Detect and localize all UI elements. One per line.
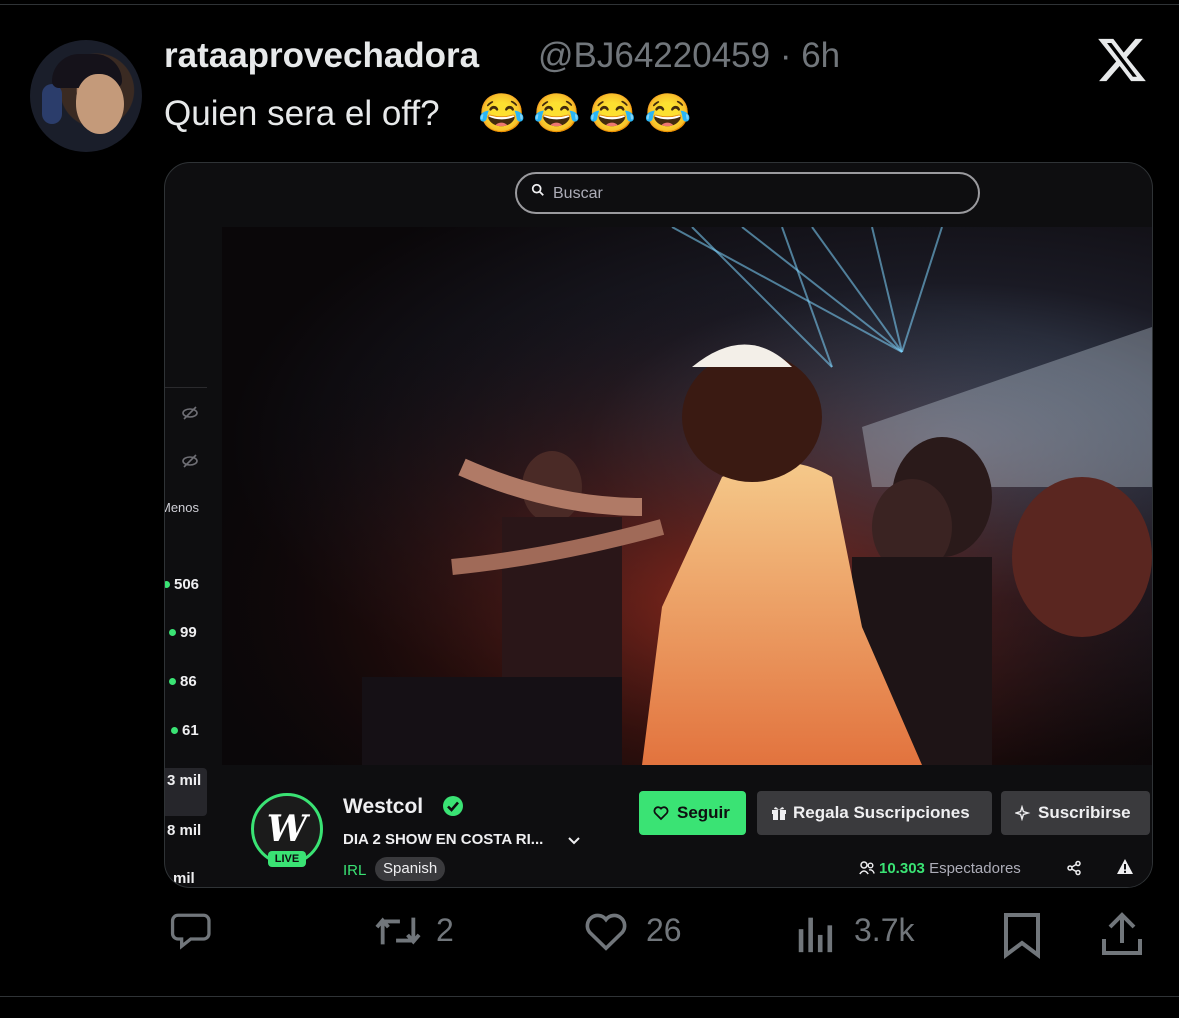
bottom-divider xyxy=(0,996,1179,997)
channel-name[interactable]: Westcol xyxy=(343,795,423,819)
verified-badge-icon xyxy=(443,796,463,816)
view-count: 3.7k xyxy=(854,912,915,948)
search-bar[interactable]: Buscar xyxy=(515,172,980,214)
viewer-count: 8 mil xyxy=(167,822,202,839)
live-badge: LIVE xyxy=(268,851,306,867)
viewers-icon xyxy=(859,861,875,875)
viewer-count: 99 xyxy=(169,624,197,641)
gift-subs-label: Regala Suscripciones xyxy=(793,803,970,822)
share-icon[interactable] xyxy=(1066,860,1082,876)
share-upload-icon[interactable] xyxy=(1100,910,1144,960)
viewer-count-label: Espectadores xyxy=(929,860,1021,877)
stream-category-link[interactable]: IRL xyxy=(343,862,366,879)
user-avatar[interactable] xyxy=(30,40,142,152)
subscribe-label: Suscribirse xyxy=(1038,803,1131,822)
tweet-media-image[interactable]: Buscar Menos 506 99 86 61 3 mil 8 mil mi… xyxy=(164,162,1153,888)
gift-icon xyxy=(772,807,786,820)
viewer-count: 3 mil xyxy=(167,772,202,789)
follow-button-label: Seguir xyxy=(677,803,730,822)
viewer-count-number: 10.303 xyxy=(879,860,925,877)
display-name[interactable]: rataaprovechadora xyxy=(164,36,479,76)
concert-scene xyxy=(222,227,1152,765)
gift-subs-button[interactable]: Regala Suscripciones xyxy=(757,791,992,835)
x-logo-icon xyxy=(1098,38,1146,82)
retweet-icon xyxy=(375,917,421,945)
viewer-count: 506 xyxy=(165,576,199,593)
viewer-count: mil xyxy=(173,870,195,887)
heart-icon xyxy=(653,806,669,821)
handle-timestamp[interactable]: @BJ64220459 · 6h xyxy=(538,36,840,76)
like-count: 26 xyxy=(646,912,682,948)
reply-icon xyxy=(170,913,211,950)
eye-off-icon xyxy=(182,454,198,468)
subscribe-button[interactable]: Suscribirse xyxy=(1001,791,1150,835)
follow-button[interactable]: Seguir xyxy=(639,791,746,835)
analytics-bars-icon xyxy=(798,917,833,953)
report-alert-icon[interactable] xyxy=(1116,858,1134,876)
stream-title: DIA 2 SHOW EN COSTA RI... xyxy=(343,831,544,848)
laughing-emojis: 😂😂😂😂 xyxy=(478,93,700,135)
followed-channels-sidebar: Menos 506 99 86 61 3 mil 8 mil mil xyxy=(165,387,207,887)
channel-avatar-letter: W xyxy=(266,808,308,850)
chevron-down-icon[interactable] xyxy=(567,833,581,847)
viewer-count: 86 xyxy=(169,673,197,690)
viewer-count: 61 xyxy=(171,722,199,739)
bookmark-icon[interactable] xyxy=(1000,910,1044,960)
tweet-text: Quien sera el off? xyxy=(164,94,440,133)
show-less-link[interactable]: Menos xyxy=(165,500,199,515)
eye-off-icon xyxy=(182,406,198,420)
stream-video[interactable] xyxy=(222,227,1152,765)
heart-icon xyxy=(585,913,627,951)
retweet-count: 2 xyxy=(436,912,454,948)
search-placeholder: Buscar xyxy=(553,185,603,202)
search-icon xyxy=(531,183,544,196)
sparkle-icon xyxy=(1015,805,1031,821)
viewer-counter: 10.303 Espectadores xyxy=(859,860,1021,877)
top-divider xyxy=(0,4,1179,5)
language-tag[interactable]: Spanish xyxy=(375,857,446,881)
